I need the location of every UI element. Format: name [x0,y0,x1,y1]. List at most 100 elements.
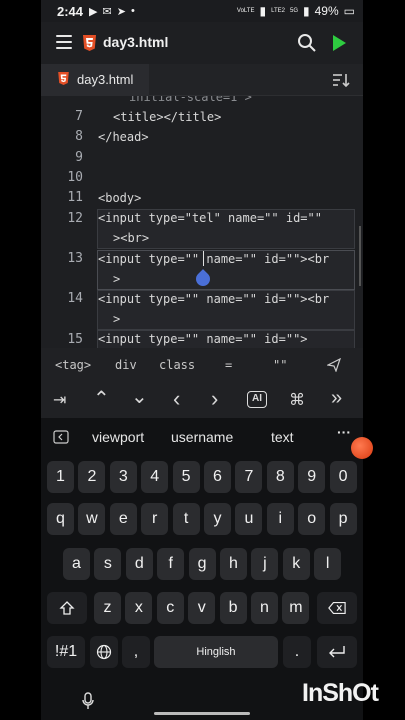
key-0[interactable]: 0 [329,461,357,493]
key-b[interactable]: b [219,592,247,624]
key-v[interactable]: v [188,592,216,624]
snippet-quotes[interactable]: "" [273,358,287,372]
key-n[interactable]: n [251,592,278,624]
arrow-right-icon[interactable]: › [211,386,218,412]
key-e[interactable]: e [109,503,137,535]
line-number: 11 [67,190,83,205]
key-9[interactable]: 9 [298,461,326,493]
html5-icon [58,72,69,85]
key-x[interactable]: x [125,592,153,624]
key-k[interactable]: k [282,548,310,580]
symbols-key[interactable]: !#1 [47,636,85,668]
telegram-icon: ➤ [116,5,126,18]
line-number: 9 [75,150,83,165]
line-number: 12 [67,211,83,226]
home-indicator[interactable] [154,712,250,715]
tab-bar: day3.html [41,64,363,96]
code-line-partial: initial-scale=1"> [129,96,252,104]
ai-icon[interactable]: AI [247,391,267,408]
key-w[interactable]: w [78,503,106,535]
soft-keyboard: viewport username text ··· 1234567890 qwe… [41,418,363,720]
more-icon[interactable]: ··· [337,424,351,440]
html5-icon [83,35,96,51]
key-4[interactable]: 4 [141,461,169,493]
key-3[interactable]: 3 [109,461,137,493]
key-g[interactable]: g [188,548,216,580]
key-o[interactable]: o [298,503,326,535]
menu-icon[interactable] [56,35,72,49]
app-bar: day3.html [41,22,363,64]
shift-key[interactable] [47,592,87,624]
file-title: day3.html [103,34,169,50]
tab-label: day3.html [77,72,134,87]
battery-icon: ▭ [343,4,355,18]
lte-label: LTE2 [271,8,285,14]
key-2[interactable]: 2 [78,461,106,493]
editor-scrollbar[interactable] [359,226,361,286]
search-icon[interactable] [297,33,317,53]
line-number: 8 [75,129,83,144]
enter-key[interactable] [317,636,357,668]
globe-icon [96,644,112,660]
key-1[interactable]: 1 [47,461,74,493]
run-icon[interactable] [333,35,346,51]
suggestion-viewport[interactable]: viewport [92,429,144,445]
suggestion-username[interactable]: username [171,429,233,445]
snippet-tag[interactable]: <tag> [55,358,91,372]
signal-icon: ▮ [259,4,267,18]
sort-icon[interactable] [332,72,350,88]
watermark-text: InShOt [302,679,379,707]
key-q[interactable]: q [47,503,74,535]
key-s[interactable]: s [94,548,122,580]
suggestion-text[interactable]: text [271,429,294,445]
key-u[interactable]: u [235,503,263,535]
arrow-down-icon[interactable]: ⌄ [131,384,148,409]
period-key[interactable]: . [283,636,311,668]
globe-key[interactable] [90,636,118,668]
backspace-key[interactable] [317,592,357,624]
arrow-left-icon[interactable]: ‹ [173,386,180,412]
key-j[interactable]: j [251,548,279,580]
tab-key-icon[interactable]: ⇥ [53,390,66,410]
key-8[interactable]: 8 [266,461,294,493]
arrow-up-icon[interactable]: ⌃ [93,386,110,411]
snippet-equals[interactable]: = [225,358,232,372]
command-icon[interactable]: ⌘ [289,390,305,410]
key-t[interactable]: t [172,503,200,535]
notification-icons: ▶ ✉ ➤ • [89,5,135,18]
key-d[interactable]: d [125,548,153,580]
skip-icon[interactable]: » [331,387,342,410]
tab-day3[interactable]: day3.html [41,64,149,96]
key-m[interactable]: m [282,592,310,624]
key-7[interactable]: 7 [235,461,263,493]
code-line: <input type="" name="" id=""><br [98,292,330,306]
key-5[interactable]: 5 [172,461,200,493]
snippet-class[interactable]: class [159,358,195,372]
code-line: </head> [98,130,149,144]
key-l[interactable]: l [314,548,342,580]
space-key[interactable]: Hinglish [154,636,278,668]
code-editor[interactable]: initial-scale=1"> 7 <title></title> 8 </… [41,96,363,348]
keyboard-back-icon[interactable] [53,430,69,444]
snippet-div[interactable]: div [115,358,137,372]
key-a[interactable]: a [63,548,90,580]
key-p[interactable]: p [329,503,357,535]
key-y[interactable]: y [204,503,231,535]
key-r[interactable]: r [141,503,169,535]
key-i[interactable]: i [266,503,294,535]
comma-key[interactable]: , [122,636,150,668]
key-c[interactable]: c [156,592,184,624]
line-number: 14 [67,291,83,306]
text-cursor [203,251,204,266]
send-icon[interactable] [327,358,341,372]
shift-icon [59,601,75,615]
key-f[interactable]: f [157,548,185,580]
mic-icon[interactable] [81,692,95,710]
line-number: 15 [67,332,83,347]
phone-screen: 2:44 ▶ ✉ ➤ • VoLTE ▮ LTE2 5G ▮ 49% ▭ day… [41,0,363,720]
code-line-wrap: ><br> [113,231,150,245]
key-6[interactable]: 6 [204,461,231,493]
key-z[interactable]: z [94,592,121,624]
key-h[interactable]: h [220,548,247,580]
battery-text: 49% [314,4,339,18]
